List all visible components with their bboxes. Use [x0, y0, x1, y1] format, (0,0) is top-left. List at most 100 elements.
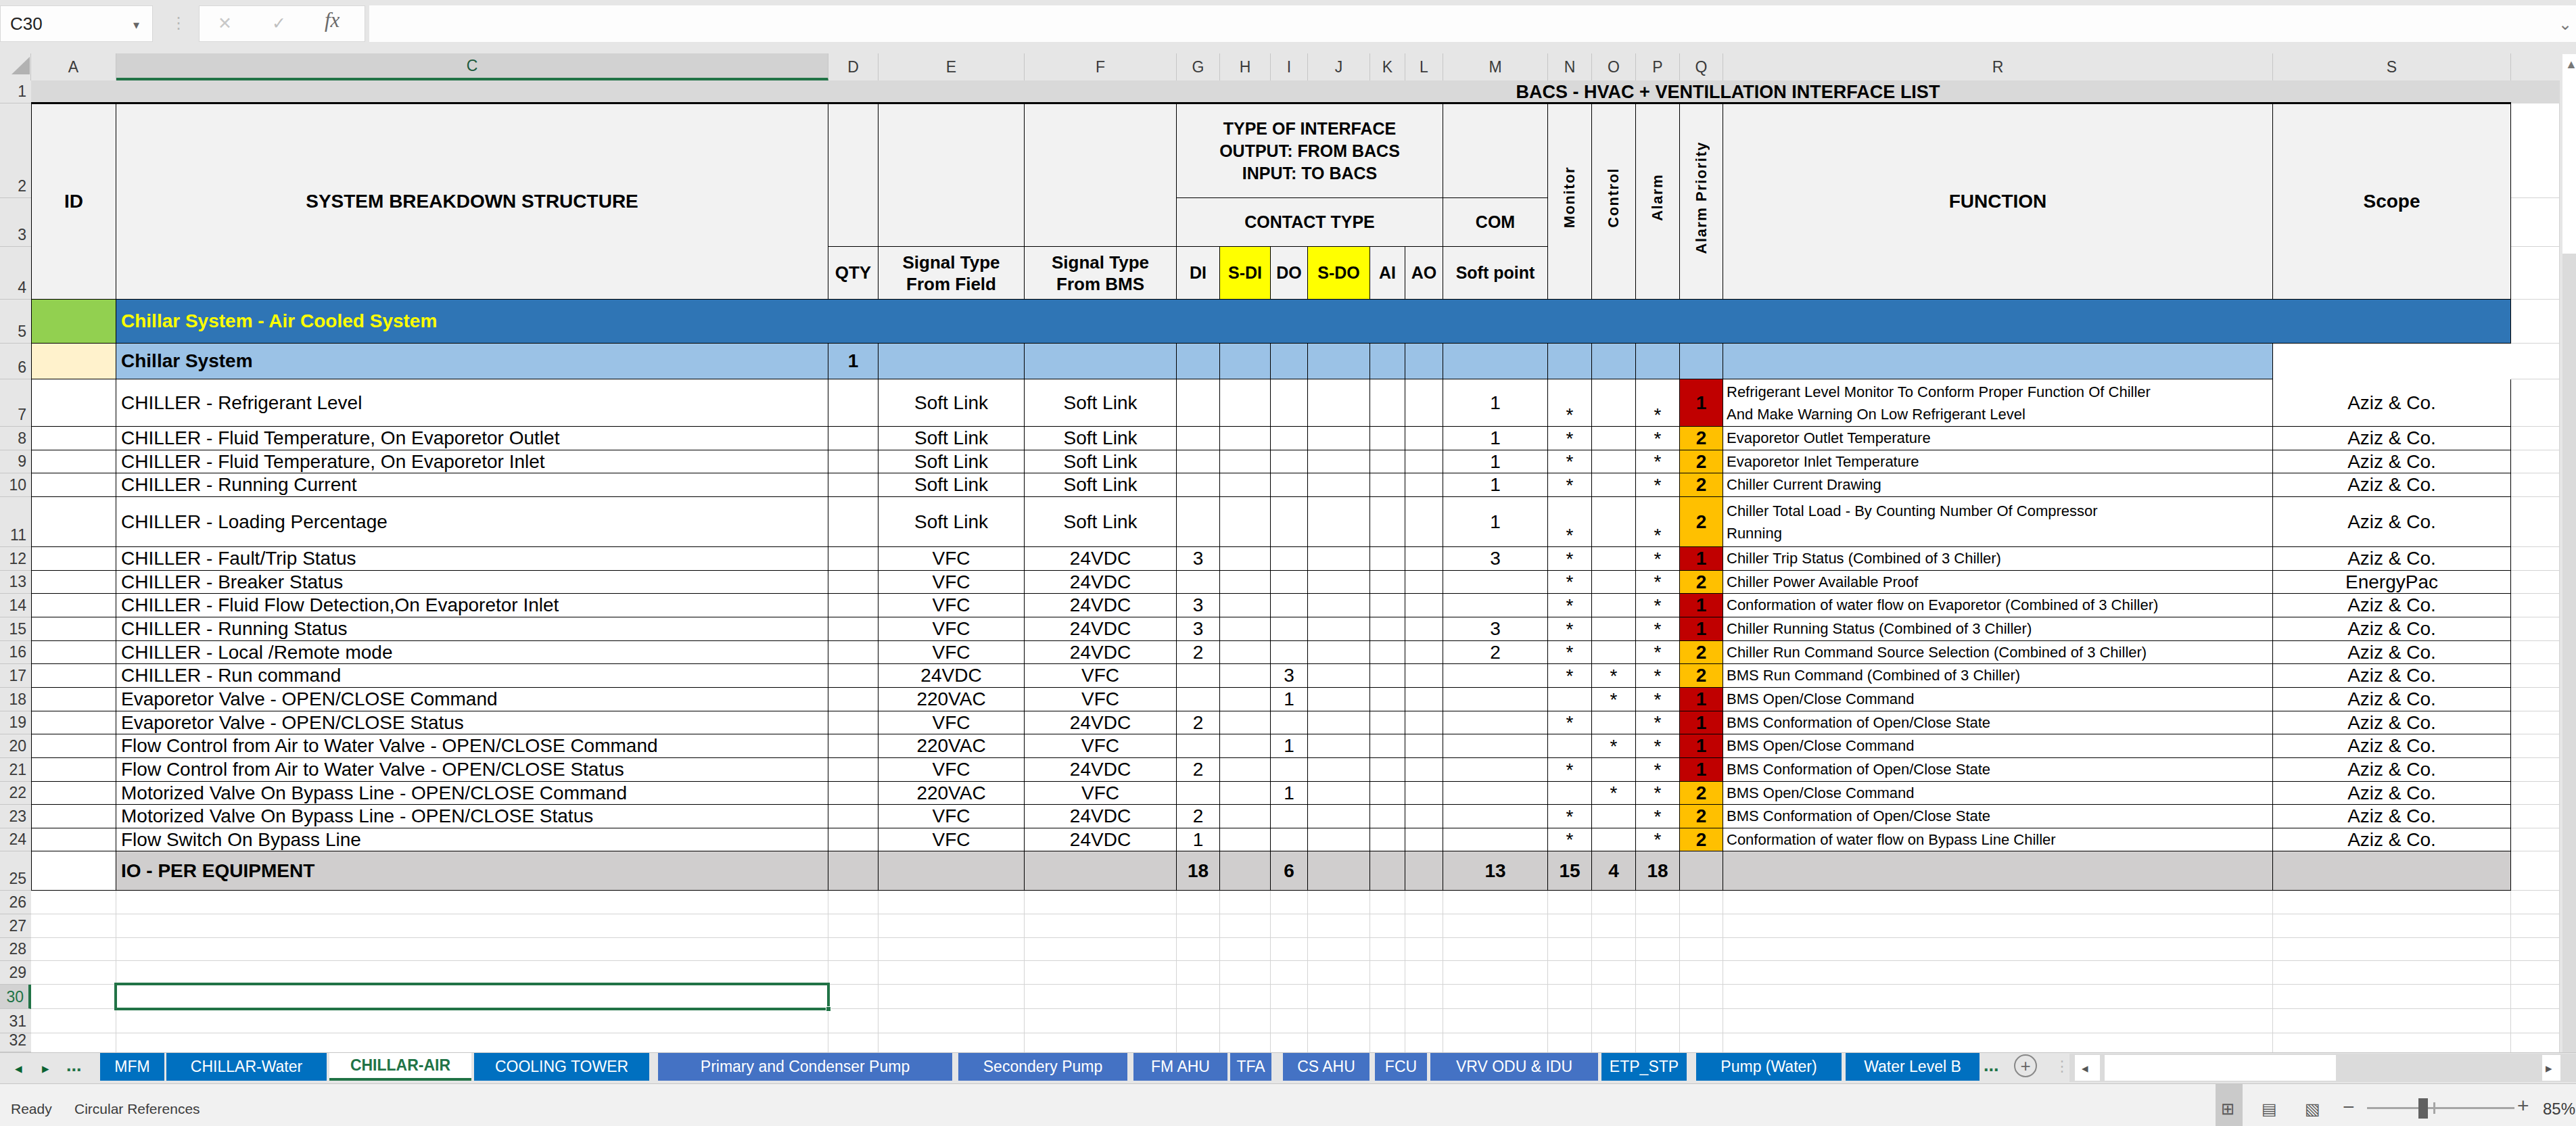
- v-scroll-track[interactable]: [2562, 254, 2576, 1052]
- row-header-30[interactable]: 30: [0, 985, 31, 1009]
- v-scroll-up-icon[interactable]: ▲: [2565, 57, 2576, 72]
- column-header-I[interactable]: I: [1271, 53, 1308, 80]
- row-header-5[interactable]: 5: [0, 300, 31, 344]
- tabs-ellipsis[interactable]: ...: [66, 1055, 82, 1076]
- row-12-soft: 3: [1443, 547, 1548, 571]
- zoom-out-icon[interactable]: −: [2343, 1096, 2355, 1119]
- row-header-17[interactable]: 17: [0, 664, 31, 688]
- zoom-slider-thumb[interactable]: [2418, 1098, 2428, 1119]
- row-21-id: [31, 758, 116, 782]
- add-sheet-icon[interactable]: +: [2014, 1054, 2037, 1077]
- enter-icon[interactable]: ✓: [272, 14, 286, 33]
- row-header-3[interactable]: 3: [0, 198, 31, 247]
- row-header-2[interactable]: 2: [0, 103, 31, 198]
- row-header-32[interactable]: 32: [0, 1033, 31, 1052]
- row-header-12[interactable]: 12: [0, 547, 31, 571]
- row-header-9[interactable]: 9: [0, 450, 31, 473]
- sheet-tab-tfa[interactable]: TFA: [1230, 1053, 1271, 1081]
- sheet-tab-fm-ahu[interactable]: FM AHU: [1133, 1053, 1227, 1081]
- v-scroll-thumb[interactable]: [2562, 54, 2576, 254]
- row-header-26[interactable]: 26: [0, 891, 31, 914]
- column-header-G[interactable]: G: [1177, 53, 1220, 80]
- tabs-overflow-ellipsis[interactable]: ...: [1984, 1055, 1999, 1076]
- row-header-15[interactable]: 15: [0, 617, 31, 641]
- column-header-H[interactable]: H: [1220, 53, 1271, 80]
- status-circular-references: Circular References: [74, 1101, 200, 1117]
- sheet-tab-vrv-odu-idu[interactable]: VRV ODU & IDU: [1430, 1053, 1598, 1081]
- row-header-27[interactable]: 27: [0, 914, 31, 938]
- column-header-T[interactable]: [2511, 53, 2560, 80]
- sheet-tab-chillar-water[interactable]: CHILLAR-Water: [166, 1053, 327, 1081]
- column-header-N[interactable]: N: [1548, 53, 1592, 80]
- sheet-tab-pump-water-[interactable]: Pump (Water): [1696, 1053, 1842, 1081]
- sheet-tab-secondery-pump[interactable]: Secondery Pump: [958, 1053, 1127, 1081]
- sheet-tab-fcu[interactable]: FCU: [1375, 1053, 1427, 1081]
- column-header-K[interactable]: K: [1370, 53, 1405, 80]
- column-header-J[interactable]: J: [1308, 53, 1370, 80]
- column-header-Q[interactable]: Q: [1680, 53, 1723, 80]
- row-15-control: [1592, 617, 1636, 641]
- formula-bar-expand-icon[interactable]: ⌄: [2558, 15, 2572, 34]
- row-24-scope: Aziz & Co.: [2273, 828, 2511, 851]
- row-header-13[interactable]: 13: [0, 571, 31, 594]
- column-header-S[interactable]: S: [2273, 53, 2511, 80]
- selection-fill-handle[interactable]: [826, 1006, 831, 1012]
- h-scroll-thumb[interactable]: [2105, 1055, 2336, 1081]
- column-header-A[interactable]: A: [31, 53, 116, 80]
- column-header-E[interactable]: E: [879, 53, 1025, 80]
- sheet-tab-etp-stp[interactable]: ETP_STP: [1601, 1053, 1687, 1081]
- row-17-alarm: *: [1636, 664, 1680, 688]
- row-header-29[interactable]: 29: [0, 961, 31, 985]
- row-header-25[interactable]: 25: [0, 851, 31, 891]
- sheet-tab-cs-ahu[interactable]: CS AHU: [1283, 1053, 1369, 1081]
- zoom-slider-track[interactable]: [2367, 1107, 2514, 1109]
- row-header-21[interactable]: 21: [0, 758, 31, 782]
- sheet-tab-mfm[interactable]: MFM: [100, 1053, 164, 1081]
- sheet-tab-primary-and-condenser-pump[interactable]: Primary and Condenser Pump: [658, 1053, 952, 1081]
- selected-cell-outline[interactable]: [114, 983, 830, 1010]
- row-header-28[interactable]: 28: [0, 938, 31, 961]
- sheet-tab-chillar-air[interactable]: CHILLAR-AIR: [329, 1053, 471, 1081]
- row-header-11[interactable]: 11: [0, 497, 31, 547]
- row-header-6[interactable]: 6: [0, 344, 31, 379]
- view-break-icon[interactable]: ▧: [2305, 1100, 2320, 1119]
- column-header-P[interactable]: P: [1636, 53, 1680, 80]
- row-19-control: [1592, 711, 1636, 734]
- row-header-16[interactable]: 16: [0, 641, 31, 664]
- name-box[interactable]: C30: [0, 5, 153, 42]
- row-header-23[interactable]: 23: [0, 805, 31, 828]
- column-header-F[interactable]: F: [1025, 53, 1177, 80]
- row-header-7[interactable]: 7: [0, 379, 31, 427]
- row-header-8[interactable]: 8: [0, 427, 31, 450]
- view-layout-icon[interactable]: ▤: [2262, 1100, 2277, 1119]
- formula-input[interactable]: [369, 5, 2576, 42]
- row-header-22[interactable]: 22: [0, 782, 31, 805]
- column-header-O[interactable]: O: [1592, 53, 1636, 80]
- column-header-M[interactable]: M: [1443, 53, 1548, 80]
- row-header-19[interactable]: 19: [0, 711, 31, 734]
- fx-icon[interactable]: fx: [325, 8, 339, 32]
- sheet-tab-water-level-b[interactable]: Water Level B: [1846, 1053, 1980, 1081]
- column-header-R[interactable]: R: [1723, 53, 2273, 80]
- tabs-nav-right-icon[interactable]: ▸: [42, 1060, 49, 1077]
- column-header-D[interactable]: D: [828, 53, 879, 80]
- row-header-20[interactable]: 20: [0, 734, 31, 758]
- name-box-dropdown-icon[interactable]: ▾: [133, 18, 139, 32]
- tabs-nav-left-icon[interactable]: ◂: [15, 1060, 22, 1077]
- column-header-C[interactable]: C: [116, 53, 828, 80]
- row-header-1[interactable]: 1: [0, 80, 31, 103]
- zoom-in-icon[interactable]: +: [2517, 1094, 2529, 1117]
- row-13-function: Chiller Power Available Proof: [1723, 571, 2273, 594]
- column-header-L[interactable]: L: [1405, 53, 1443, 80]
- row-header-31[interactable]: 31: [0, 1009, 31, 1033]
- row-18-soft: [1443, 688, 1548, 711]
- sheet-tab-cooling-tower[interactable]: COOLING TOWER: [474, 1053, 649, 1081]
- row-header-10[interactable]: 10: [0, 473, 31, 497]
- row-header-18[interactable]: 18: [0, 688, 31, 711]
- row-header-14[interactable]: 14: [0, 594, 31, 617]
- row-header-4[interactable]: 4: [0, 247, 31, 300]
- row-16-scope: Aziz & Co.: [2273, 641, 2511, 664]
- header-d-blank: [828, 103, 879, 247]
- cancel-icon[interactable]: ✕: [218, 14, 232, 33]
- row-header-24[interactable]: 24: [0, 828, 31, 851]
